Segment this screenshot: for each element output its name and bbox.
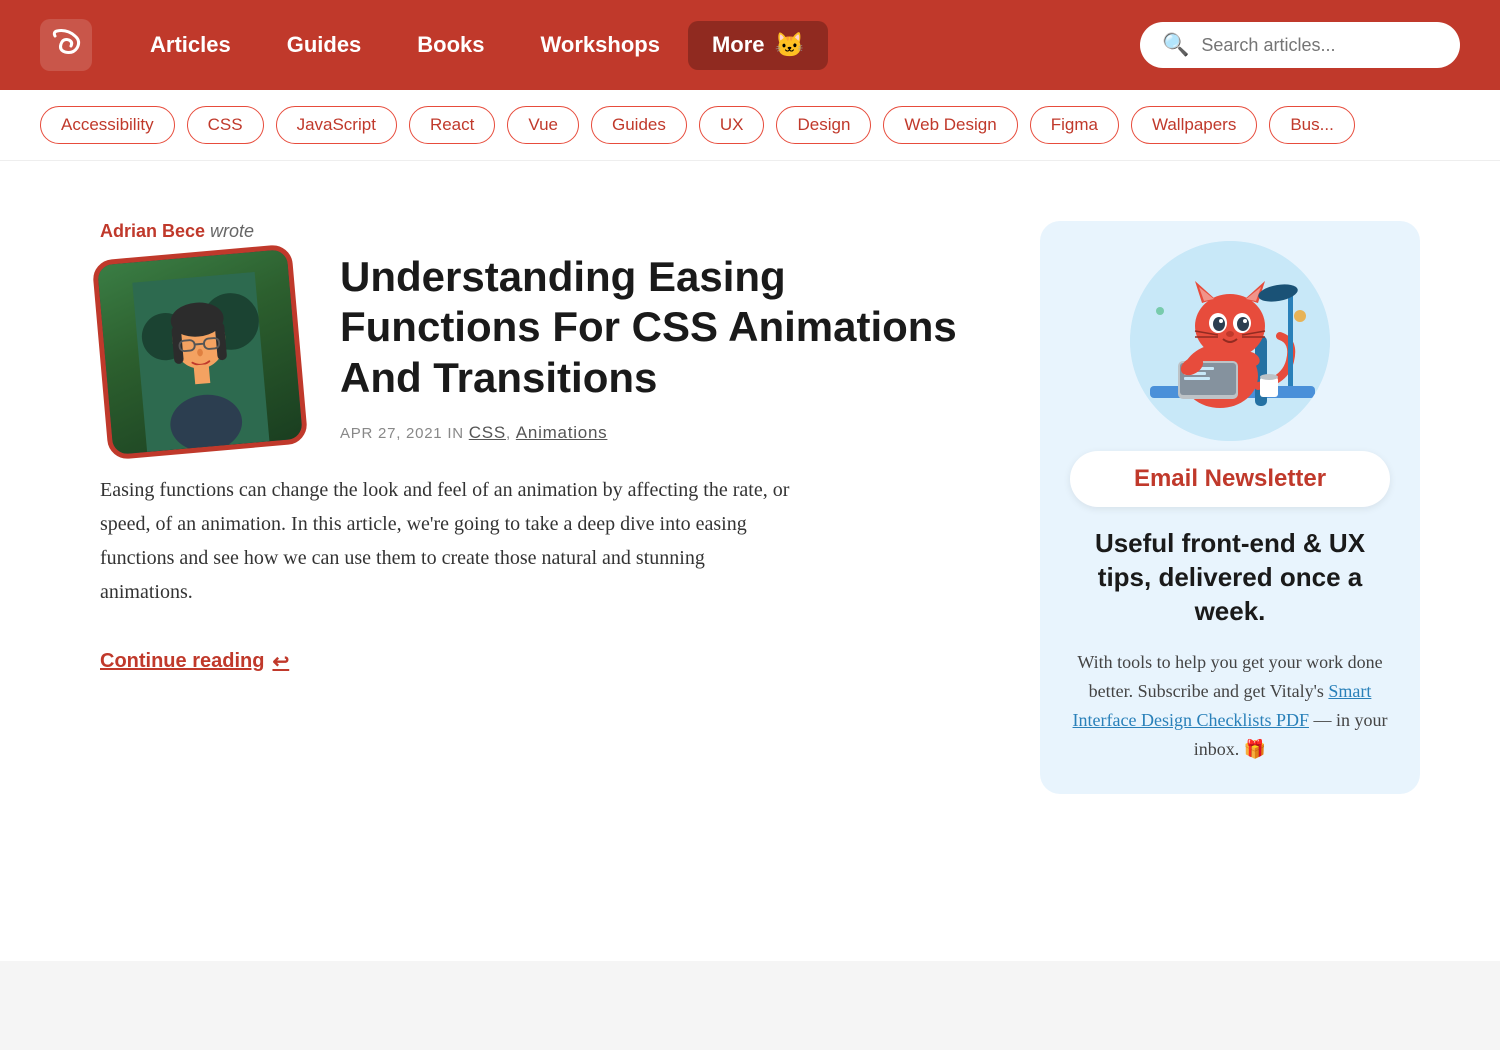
tag-guides[interactable]: Guides: [591, 106, 687, 144]
tag-css[interactable]: CSS: [187, 106, 264, 144]
logo-mark: [40, 19, 92, 71]
category-animations[interactable]: Animations: [516, 423, 608, 442]
main-header: Articles Guides Books Workshops More 🐱 🔍: [0, 0, 1500, 90]
site-logo[interactable]: [40, 19, 92, 71]
continue-reading-link[interactable]: Continue reading ↩: [100, 649, 289, 674]
tag-more[interactable]: Bus...: [1269, 106, 1354, 144]
author-link[interactable]: Adrian Bece: [100, 221, 205, 241]
main-nav: Articles Guides Books Workshops More 🐱: [122, 21, 1140, 70]
nav-guides[interactable]: Guides: [259, 32, 390, 58]
article-text: Understanding Easing Functions For CSS A…: [340, 252, 980, 473]
tag-ux[interactable]: UX: [699, 106, 765, 144]
search-icon: 🔍: [1162, 32, 1189, 58]
newsletter-headline: Useful front-end & UX tips, delivered on…: [1070, 527, 1390, 628]
search-box: 🔍: [1140, 22, 1460, 68]
tag-figma[interactable]: Figma: [1030, 106, 1119, 144]
tag-design[interactable]: Design: [776, 106, 871, 144]
newsletter-label: Email Newsletter: [1070, 451, 1390, 507]
nav-books[interactable]: Books: [389, 32, 512, 58]
wrote-text: wrote: [205, 221, 254, 241]
tag-javascript[interactable]: JavaScript: [276, 106, 397, 144]
tag-bar: Accessibility CSS JavaScript React Vue G…: [0, 90, 1500, 161]
nav-workshops[interactable]: Workshops: [513, 32, 688, 58]
nav-articles[interactable]: Articles: [122, 32, 259, 58]
tag-vue[interactable]: Vue: [507, 106, 579, 144]
mascot-illustration: [1130, 241, 1330, 441]
article-meta: Adrian Bece wrote: [100, 221, 980, 242]
search-input[interactable]: [1201, 35, 1438, 56]
sidebar: Email Newsletter Useful front-end & UX t…: [1040, 221, 1420, 901]
article-title: Understanding Easing Functions For CSS A…: [340, 252, 980, 403]
category-css[interactable]: CSS: [469, 423, 506, 442]
article-body: Understanding Easing Functions For CSS A…: [100, 252, 980, 473]
main-content: Adrian Bece wrote: [0, 161, 1500, 961]
newsletter-card: Email Newsletter Useful front-end & UX t…: [1040, 221, 1420, 794]
article-excerpt: Easing functions can change the look and…: [100, 473, 800, 609]
tag-webdesign[interactable]: Web Design: [883, 106, 1017, 144]
more-icon: 🐱: [775, 31, 805, 60]
newsletter-body: With tools to help you get your work don…: [1070, 648, 1390, 763]
tag-wallpapers[interactable]: Wallpapers: [1131, 106, 1257, 144]
author-photo: [92, 244, 309, 461]
article-date: APR 27, 2021 in CSS, Animations: [340, 423, 980, 443]
tag-accessibility[interactable]: Accessibility: [40, 106, 175, 144]
nav-more[interactable]: More 🐱: [688, 21, 828, 70]
tag-react[interactable]: React: [409, 106, 495, 144]
mascot-area: [1070, 241, 1390, 441]
article-section: Adrian Bece wrote: [100, 221, 980, 901]
